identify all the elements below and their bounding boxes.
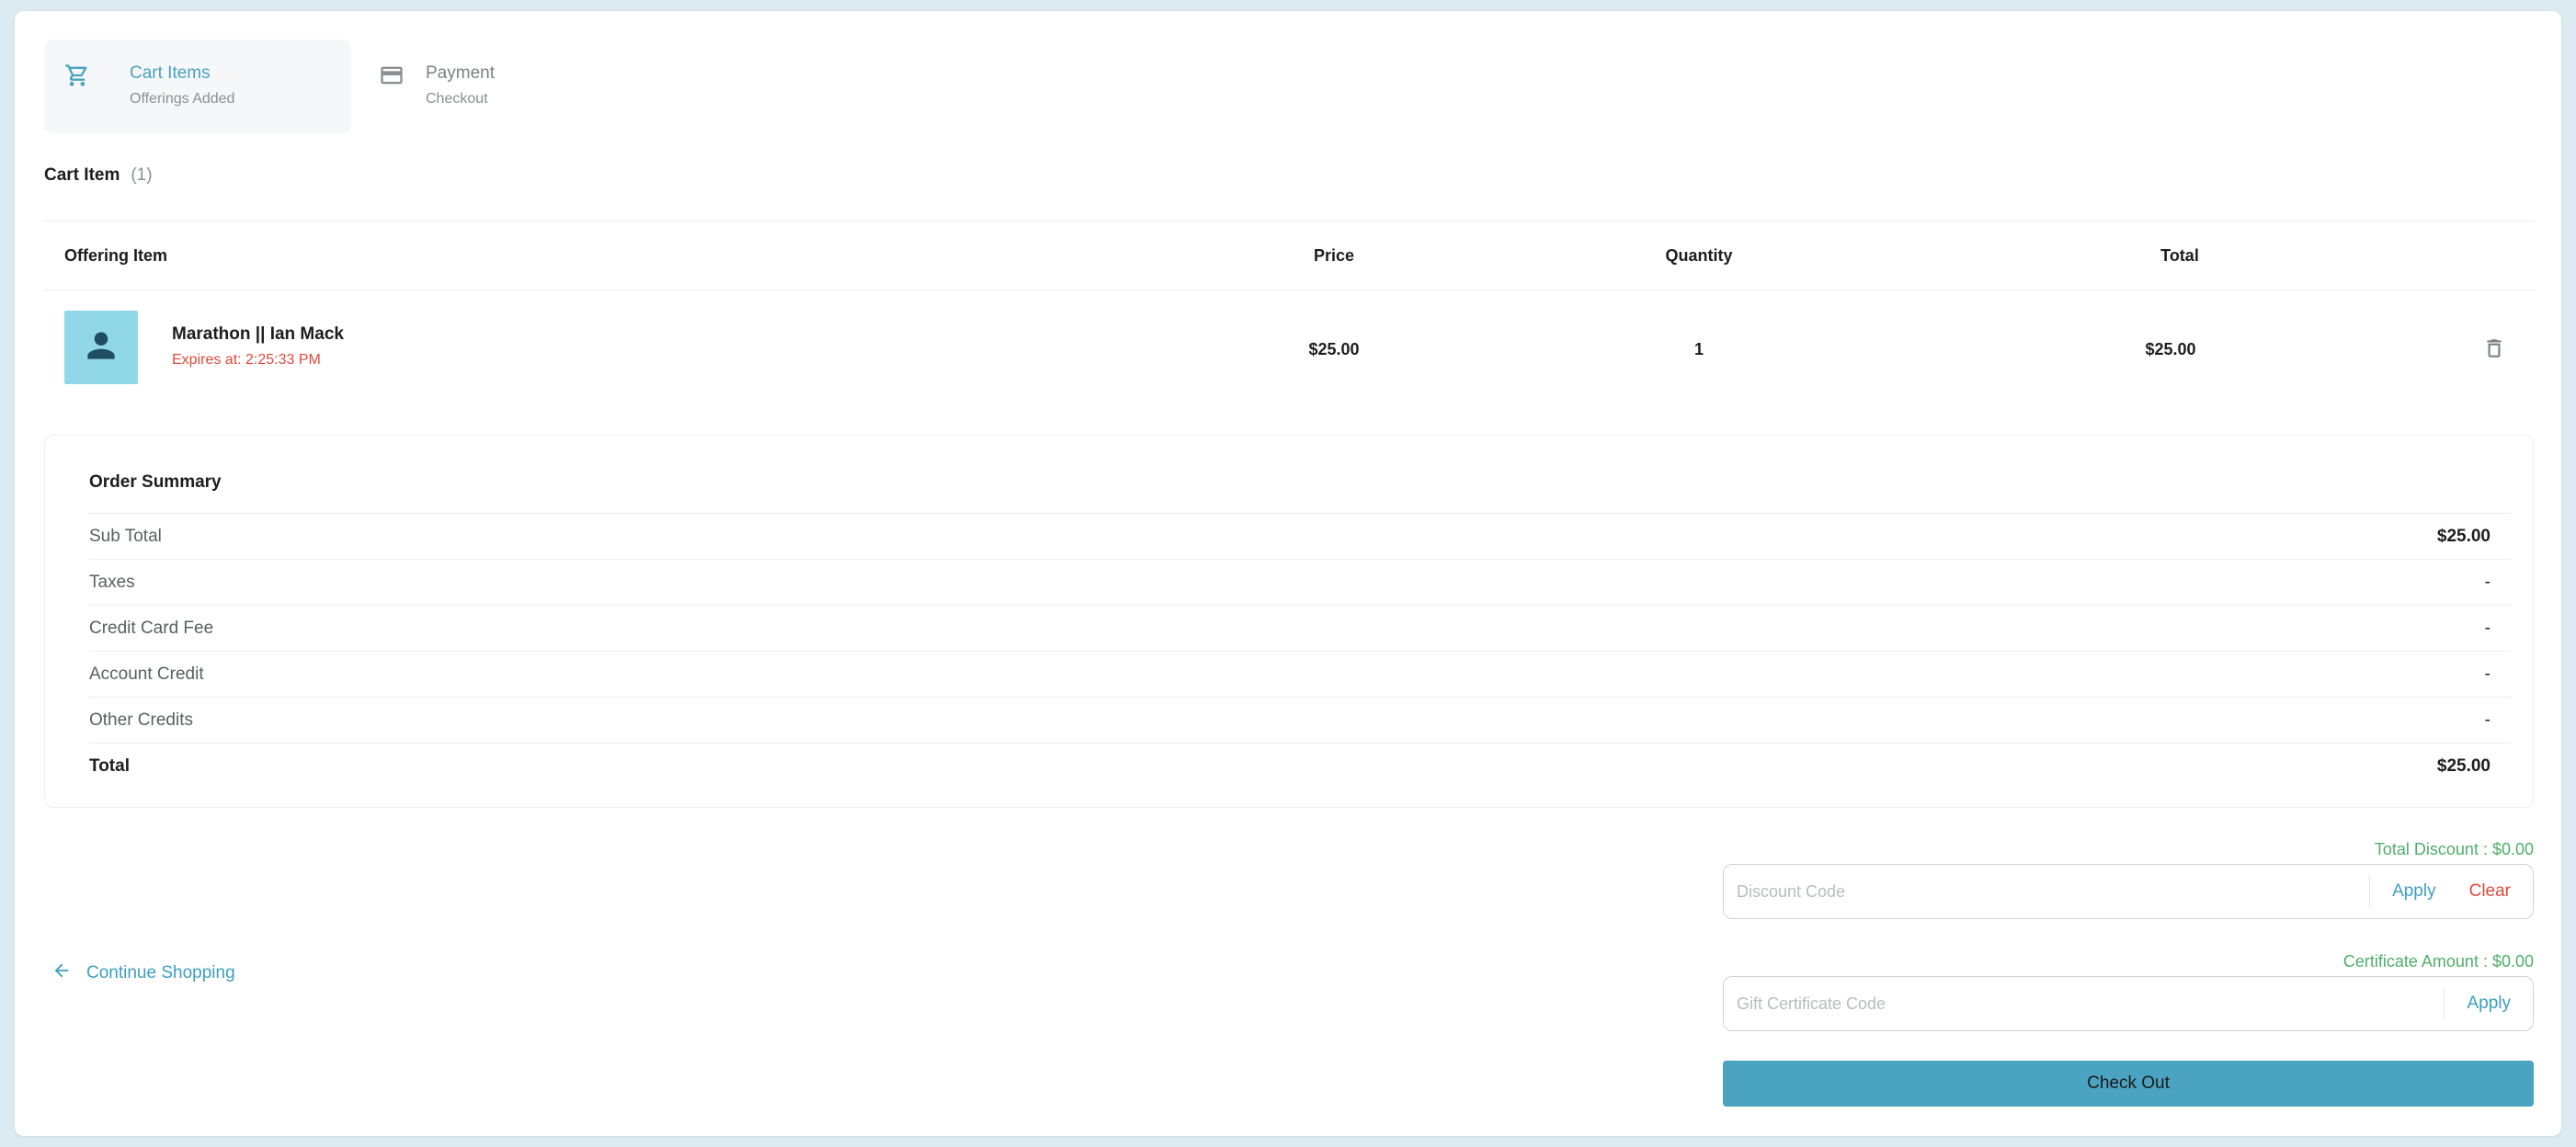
offering-expiry: Expires at: 2:25:33 PM bbox=[172, 352, 321, 368]
summary-value: - bbox=[2484, 619, 2491, 638]
apply-discount-button[interactable]: Apply bbox=[2370, 881, 2458, 902]
cart-heading: Cart Item (1) bbox=[44, 165, 153, 186]
row-total: $25.00 bbox=[2145, 340, 2196, 358]
person-icon bbox=[81, 325, 121, 370]
order-summary: Order Summary Sub Total $25.00 Taxes - C… bbox=[44, 435, 2534, 808]
header-offering-item: Offering Item bbox=[64, 246, 168, 265]
certificate-amount-label: Certificate Amount : $0.00 bbox=[2342, 952, 2534, 971]
cart-card: Cart Items Offerings Added Payment Check… bbox=[15, 11, 2561, 1136]
step-subtitle: Offerings Added bbox=[130, 91, 235, 107]
summary-label: Total bbox=[89, 756, 130, 776]
summary-label: Taxes bbox=[89, 573, 135, 592]
summary-value: $25.00 bbox=[2436, 756, 2491, 776]
header-price: Price bbox=[1313, 246, 1355, 265]
summary-row-total: Total $25.00 bbox=[89, 743, 2511, 789]
offering-name: Marathon || Ian Mack bbox=[172, 324, 344, 344]
header-total: Total bbox=[2160, 246, 2199, 265]
shopping-cart-icon bbox=[64, 62, 90, 88]
credit-card-icon bbox=[379, 62, 405, 88]
step-cart-items[interactable]: Cart Items Offerings Added bbox=[44, 40, 351, 133]
gift-certificate-box: Apply bbox=[1723, 976, 2534, 1031]
summary-label: Account Credit bbox=[89, 664, 204, 684]
continue-shopping-link[interactable]: Continue Shopping bbox=[51, 960, 235, 986]
summary-label: Other Credits bbox=[89, 710, 193, 730]
summary-row-account-credit: Account Credit - bbox=[89, 651, 2511, 697]
step-subtitle: Checkout bbox=[426, 91, 488, 107]
row-quantity: 1 bbox=[1693, 340, 1704, 358]
offering-thumbnail bbox=[64, 311, 138, 384]
gift-certificate-input[interactable] bbox=[1724, 977, 2445, 1030]
summary-value: - bbox=[2484, 573, 2491, 592]
discount-code-input[interactable] bbox=[1724, 865, 2370, 918]
trash-icon bbox=[2482, 336, 2506, 365]
summary-label: Credit Card Fee bbox=[89, 619, 214, 638]
step-title: Payment bbox=[426, 63, 495, 83]
discount-code-box: Apply Clear bbox=[1723, 864, 2534, 919]
header-quantity: Quantity bbox=[1665, 246, 1733, 265]
row-price: $25.00 bbox=[1308, 340, 1360, 358]
order-summary-title: Order Summary bbox=[89, 472, 222, 492]
summary-row-taxes: Taxes - bbox=[89, 559, 2511, 605]
clear-discount-button[interactable]: Clear bbox=[2458, 881, 2533, 902]
delete-item-button[interactable] bbox=[2480, 336, 2508, 364]
continue-shopping-label: Continue Shopping bbox=[86, 963, 235, 982]
summary-value: - bbox=[2484, 664, 2491, 684]
summary-value: $25.00 bbox=[2436, 527, 2491, 546]
table-header: Offering Item Price Quantity Total bbox=[44, 221, 2536, 290]
summary-value: - bbox=[2484, 710, 2491, 730]
cart-count: (1) bbox=[131, 165, 153, 185]
step-payment[interactable]: Payment Checkout bbox=[371, 40, 610, 133]
cart-heading-label: Cart Item bbox=[44, 165, 120, 185]
step-title: Cart Items bbox=[130, 63, 211, 83]
summary-row-credit-card-fee: Credit Card Fee - bbox=[89, 605, 2511, 651]
checkout-button[interactable]: Check Out bbox=[1723, 1061, 2534, 1107]
cart-table: Offering Item Price Quantity Total Marat… bbox=[44, 221, 2536, 401]
apply-gift-certificate-button[interactable]: Apply bbox=[2445, 994, 2533, 1014]
summary-label: Sub Total bbox=[89, 527, 162, 546]
summary-row-other-credits: Other Credits - bbox=[89, 697, 2511, 743]
summary-row-sub-total: Sub Total $25.00 bbox=[89, 513, 2511, 559]
total-discount-label: Total Discount : $0.00 bbox=[2374, 840, 2534, 858]
arrow-left-icon bbox=[51, 960, 72, 986]
table-row: Marathon || Ian Mack Expires at: 2:25:33… bbox=[44, 290, 2536, 401]
